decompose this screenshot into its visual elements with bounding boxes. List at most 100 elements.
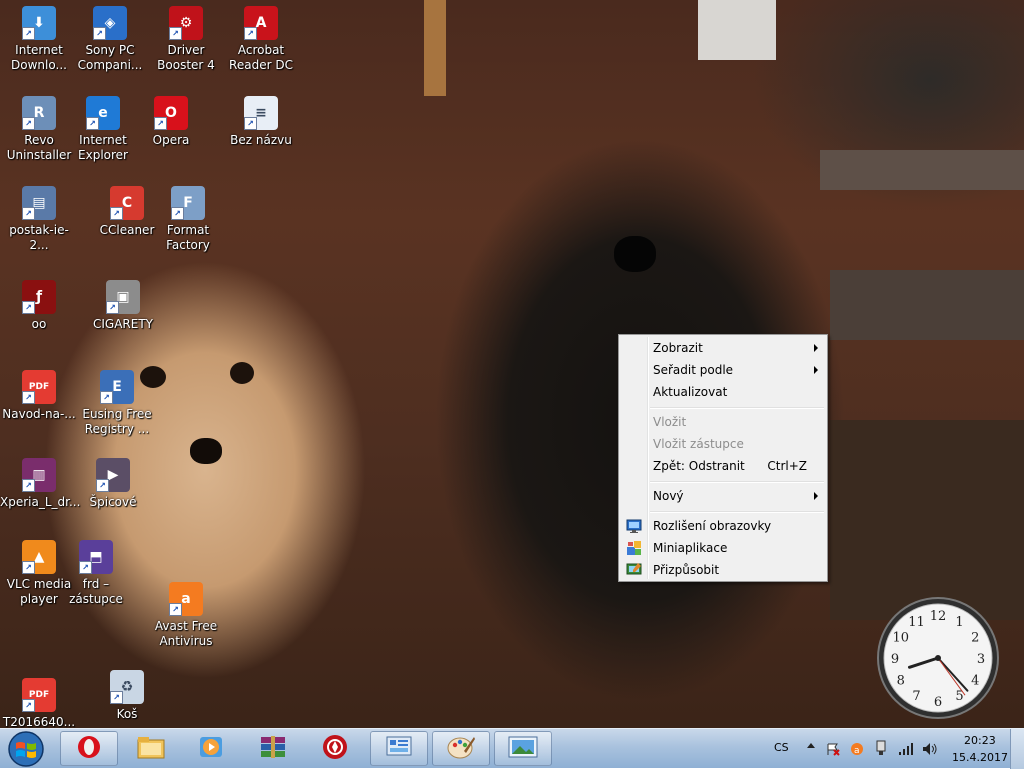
wallpaper-detail-2: [230, 362, 254, 384]
wallpaper-door: [698, 0, 776, 60]
photo-viewer-icon: [507, 734, 539, 764]
desktop-icon[interactable]: ▥ ↗ Xperia_L_dr...: [0, 458, 81, 510]
wallpaper-post: [424, 0, 446, 96]
desktop-icon-label: oo: [31, 317, 47, 331]
winrar-icon: [258, 734, 288, 764]
clock-face: 12 1234567891011: [877, 597, 999, 719]
control-panel-icon: [384, 734, 414, 764]
gadgets-icon: [626, 540, 642, 556]
desktop-icon[interactable]: ♻ ↗ Koš: [88, 670, 166, 722]
shortcut-arrow-icon: ↗: [169, 27, 182, 40]
menu-item-sort-by[interactable]: Seřadit podle: [621, 359, 825, 381]
show-hidden-icons-icon[interactable]: [807, 743, 815, 748]
desktop-icon[interactable]: a ↗ Avast Free Antivirus: [147, 582, 225, 649]
svg-text:a: a: [854, 746, 860, 756]
clock-gadget[interactable]: 12 1 2 3 4 5 6 7 8 9 10 11: [876, 596, 1000, 720]
wallpaper-floor: [830, 420, 1024, 620]
taskbar-winrar[interactable]: [244, 731, 302, 766]
internet-download-manager-icon: ⬇ ↗: [22, 6, 56, 40]
taskbar-file-explorer[interactable]: [122, 731, 180, 766]
menu-item-label: Přizpůsobit: [653, 563, 720, 577]
desktop-icon[interactable]: PDF ↗ T2016640...: [0, 678, 78, 728]
desktop-icon[interactable]: ƒ ↗ oo: [0, 280, 78, 332]
clock-number: 8: [897, 674, 905, 689]
screen-resolution-icon: [626, 518, 642, 534]
language-indicator[interactable]: CS: [774, 741, 789, 754]
desktop-icon[interactable]: O ↗ Opera: [132, 96, 210, 148]
menu-item-screen-resolution[interactable]: Rozlišení obrazovky: [621, 515, 825, 537]
taskbar-driver-booster[interactable]: [306, 731, 364, 766]
desktop-icon-label: Internet Downlo...: [11, 43, 67, 72]
driver-booster-icon: [321, 733, 349, 765]
desktop-icon[interactable]: ⬇ ↗ Internet Downlo...: [0, 6, 78, 73]
desktop-icon-label: Špicové: [89, 495, 137, 509]
clock-number: 10: [892, 631, 909, 646]
video-icon: ▶ ↗: [96, 458, 130, 492]
wallpaper-detail-3: [190, 438, 222, 464]
shortcut-arrow-icon: ↗: [106, 301, 119, 314]
show-desktop-button[interactable]: [1010, 729, 1024, 769]
shortcut-arrow-icon: ↗: [93, 27, 106, 40]
desktop-icon-label: frd – zástupce: [69, 577, 123, 606]
desktop-icon[interactable]: ▤ ↗ postak-ie-2...: [0, 186, 78, 253]
personalize-icon: [626, 562, 642, 578]
pdf-icon: PDF ↗: [22, 370, 56, 404]
volume-icon[interactable]: [922, 741, 938, 760]
vlc-icon: ▲ ↗: [22, 540, 56, 574]
desktop-icon[interactable]: E ↗ Eusing Free Registry ...: [78, 370, 156, 437]
taskbar-control-panel[interactable]: [370, 731, 428, 766]
menu-item-refresh[interactable]: Aktualizovat: [621, 381, 825, 403]
format-factory-icon: F ↗: [171, 186, 205, 220]
desktop-icon-label: Acrobat Reader DC: [229, 43, 293, 72]
shortcut-arrow-icon: ↗: [22, 301, 35, 314]
acrobat-reader-icon: A ↗: [244, 6, 278, 40]
desktop-icon-label: Internet Explorer: [78, 133, 128, 162]
taskbar-photo-viewer[interactable]: [494, 731, 552, 766]
desktop-icon[interactable]: A ↗ Acrobat Reader DC: [222, 6, 300, 73]
desktop-icon[interactable]: PDF ↗ Navod-na-...: [0, 370, 78, 422]
shortcut-arrow-icon: ↗: [22, 27, 35, 40]
wallpaper-step: [820, 150, 1024, 190]
archive-icon: ▤ ↗: [22, 186, 56, 220]
shortcut-arrow-icon: ↗: [22, 561, 35, 574]
desktop-icon-label: Bez názvu: [230, 133, 292, 147]
menu-item-undo-delete[interactable]: Zpět: Odstranit Ctrl+Z: [621, 455, 825, 477]
shortcut-icon: ⬒ ↗: [79, 540, 113, 574]
clock-number: 3: [977, 652, 985, 667]
menu-item-label: Miniaplikace: [653, 541, 728, 555]
menu-item-personalize[interactable]: Přizpůsobit: [621, 559, 825, 581]
safely-remove-hardware-icon[interactable]: [874, 740, 888, 760]
network-signal-icon[interactable]: [898, 741, 914, 760]
desktop-icon[interactable]: ⬒ ↗ frd – zástupce: [57, 540, 135, 607]
tray-time[interactable]: 20:23: [964, 734, 996, 747]
submenu-arrow-icon: [814, 366, 818, 374]
menu-item-label: Zobrazit: [653, 341, 703, 355]
taskbar-opera[interactable]: [60, 731, 118, 766]
desktop[interactable]: ⬇ ↗ Internet Downlo... ◈ ↗ Sony PC Compani...…: [0, 0, 1024, 728]
clock-number: 1: [955, 615, 963, 630]
desktop-icon-label: Format Factory: [166, 223, 210, 252]
desktop-icon[interactable]: ▣ ↗ CIGARETY: [84, 280, 162, 332]
start-button[interactable]: [5, 730, 47, 768]
registry-cleaner-icon: E ↗: [100, 370, 134, 404]
menu-item-paste: Vložit: [621, 411, 825, 433]
menu-item-gadgets[interactable]: Miniaplikace: [621, 537, 825, 559]
desktop-icon[interactable]: ⚙ ↗ Driver Booster 4: [147, 6, 225, 73]
desktop-icon-label: Xperia_L_dr...: [0, 495, 81, 509]
desktop-icon[interactable]: ◈ ↗ Sony PC Compani...: [71, 6, 149, 73]
avast-icon: a ↗: [169, 582, 203, 616]
taskbar-media-player[interactable]: [182, 731, 240, 766]
ccleaner-icon: C ↗: [110, 186, 144, 220]
revo-uninstaller-icon: R ↗: [22, 96, 56, 130]
action-center-icon[interactable]: [826, 741, 840, 760]
menu-item-label: Seřadit podle: [653, 363, 734, 377]
desktop-icon[interactable]: F ↗ Format Factory: [149, 186, 227, 253]
menu-item-new[interactable]: Nový: [621, 485, 825, 507]
desktop-icon[interactable]: e ↗ Internet Explorer: [64, 96, 142, 163]
desktop-icon[interactable]: ▶ ↗ Špicové: [74, 458, 152, 510]
taskbar-paint[interactable]: [432, 731, 490, 766]
desktop-icon[interactable]: ≡ ↗ Bez názvu: [222, 96, 300, 148]
tray-date[interactable]: 15.4.2017: [952, 751, 1008, 764]
avast-tray-icon[interactable]: a: [850, 741, 864, 760]
menu-item-view[interactable]: Zobrazit: [621, 337, 825, 359]
